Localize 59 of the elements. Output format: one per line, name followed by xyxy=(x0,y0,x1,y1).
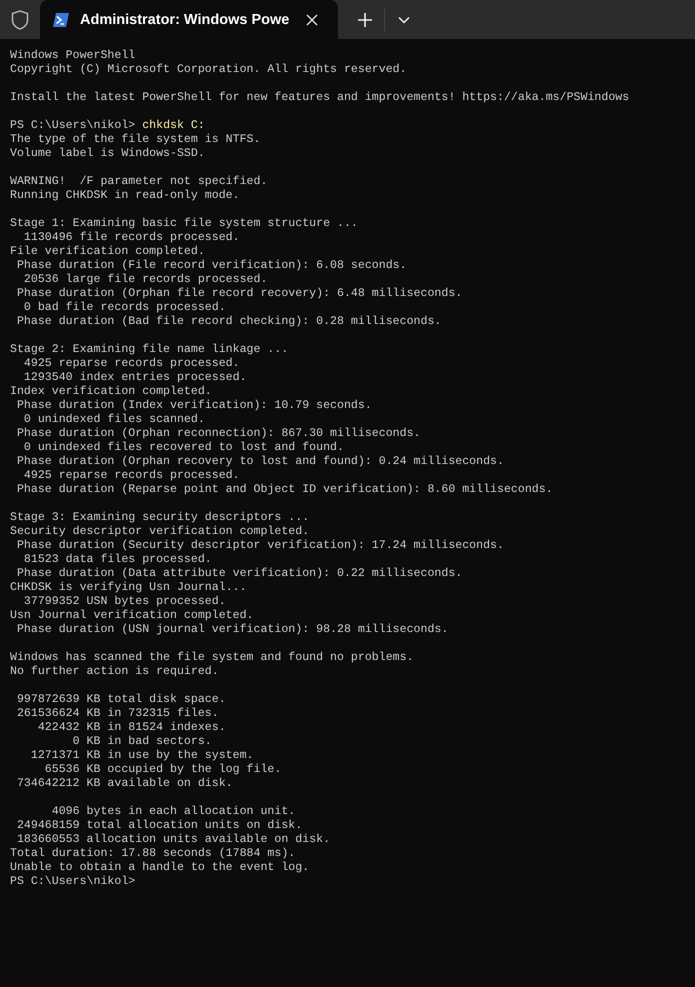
output-line: Security descriptor verification completed. xyxy=(10,525,310,539)
output-line: Phase duration (Orphan reconnection): 867.30 milliseconds. xyxy=(16,427,422,441)
output-line: 249468159 total allocation units on disk. xyxy=(16,819,304,833)
output-line: 1271371 KB in use by the system. xyxy=(30,749,255,763)
output-line: 422432 KB in 81524 indexes. xyxy=(36,721,227,735)
terminal-tab[interactable]: Administrator: Windows Powe xyxy=(40,0,338,39)
output-line: Phase duration (Orphan file record recovery): 6.48 milliseconds. xyxy=(16,287,464,301)
output-line: Phase duration (Orphan recovery to lost and found): 0.24 milliseconds. xyxy=(16,455,505,469)
output-line: Volume label is Windows-SSD. xyxy=(10,147,206,161)
output-line: Stage 1: Examining basic file system structure ... xyxy=(10,217,359,231)
output-line: Windows PowerShell xyxy=(10,49,136,63)
output-line: 81523 data files processed. xyxy=(22,553,213,567)
output-line: Phase duration (Index verification): 10.79 seconds. xyxy=(16,399,373,413)
output-line: The type of the file system is NTFS. xyxy=(10,133,262,147)
output-line: 1130496 file records processed. xyxy=(22,231,241,245)
output-line: Windows has scanned the file system and found no problems. xyxy=(10,651,415,665)
output-line: 0 unindexed files recovered to lost and found. xyxy=(22,441,345,455)
output-line: File verification completed. xyxy=(10,245,206,259)
tab-title: Administrator: Windows Powe xyxy=(80,12,290,28)
close-icon xyxy=(306,14,318,26)
output-line: 65536 KB occupied by the log file. xyxy=(44,763,282,777)
output-line: Phase duration (Security descriptor verification): 17.24 milliseconds. xyxy=(16,539,505,553)
output-line: Index verification completed. xyxy=(10,385,213,399)
output-line: 0 KB in bad sectors. xyxy=(72,735,213,749)
output-line: Copyright (C) Microsoft Corporation. All rights reserved. xyxy=(10,63,408,77)
output-line: 261536624 KB in 732315 files. xyxy=(16,707,220,721)
output-line: 734642212 KB available on disk. xyxy=(16,777,234,791)
output-line: 0 unindexed files scanned. xyxy=(22,413,206,427)
chevron-down-icon xyxy=(398,16,410,24)
output-line: Unable to obtain a handle to the event log. xyxy=(10,861,310,875)
output-line: 183660553 allocation units available on disk. xyxy=(16,833,332,847)
shield-icon[interactable] xyxy=(11,10,29,30)
powershell-icon xyxy=(52,12,70,28)
plus-icon xyxy=(357,12,373,28)
output-line: 4925 reparse records processed. xyxy=(22,357,241,371)
output-line: Usn Journal verification completed. xyxy=(10,609,255,623)
output-line: 20536 large file records processed. xyxy=(22,273,268,287)
output-line: 0 bad file records processed. xyxy=(22,301,227,315)
output-line: Running CHKDSK in read-only mode. xyxy=(10,189,241,203)
output-line: CHKDSK is verifying Usn Journal... xyxy=(10,581,248,595)
output-line: WARNING! /F parameter not specified. xyxy=(10,175,268,189)
output-line: Stage 3: Examining security descriptors ... xyxy=(10,511,310,525)
prompt-text: PS C:\Users\nikol> xyxy=(10,875,136,888)
output-line: Phase duration (USN journal verification): 98.28 milliseconds. xyxy=(16,623,450,637)
output-line: 4925 reparse records processed. xyxy=(22,469,241,483)
output-line: 1293540 index entries processed. xyxy=(22,371,248,385)
output-line: Stage 2: Examining file name linkage ... xyxy=(10,343,290,357)
output-line: 4096 bytes in each allocation unit. xyxy=(50,805,296,819)
output-line: Phase duration (Data attribute verification): 0.22 milliseconds. xyxy=(16,567,464,581)
command-text: chkdsk C: xyxy=(142,119,205,132)
output-line: No further action is required. xyxy=(10,665,220,679)
output-line: 37799352 USN bytes processed. xyxy=(22,595,227,609)
output-line: Phase duration (Bad file record checking): 0.28 milliseconds. xyxy=(16,315,442,329)
output-line: Install the latest PowerShell for new features and improvements! https://aka.ms/PSWindows xyxy=(10,91,630,105)
output-line: Phase duration (File record verification): 6.08 seconds. xyxy=(16,259,408,273)
prompt-text: PS C:\Users\nikol> xyxy=(10,119,136,132)
output-line: 997872639 KB total disk space. xyxy=(16,693,227,707)
output-line: Phase duration (Reparse point and Object ID verification): 8.60 milliseconds. xyxy=(16,483,554,497)
output-line: Total duration: 17.88 seconds (17884 ms). xyxy=(10,847,296,861)
